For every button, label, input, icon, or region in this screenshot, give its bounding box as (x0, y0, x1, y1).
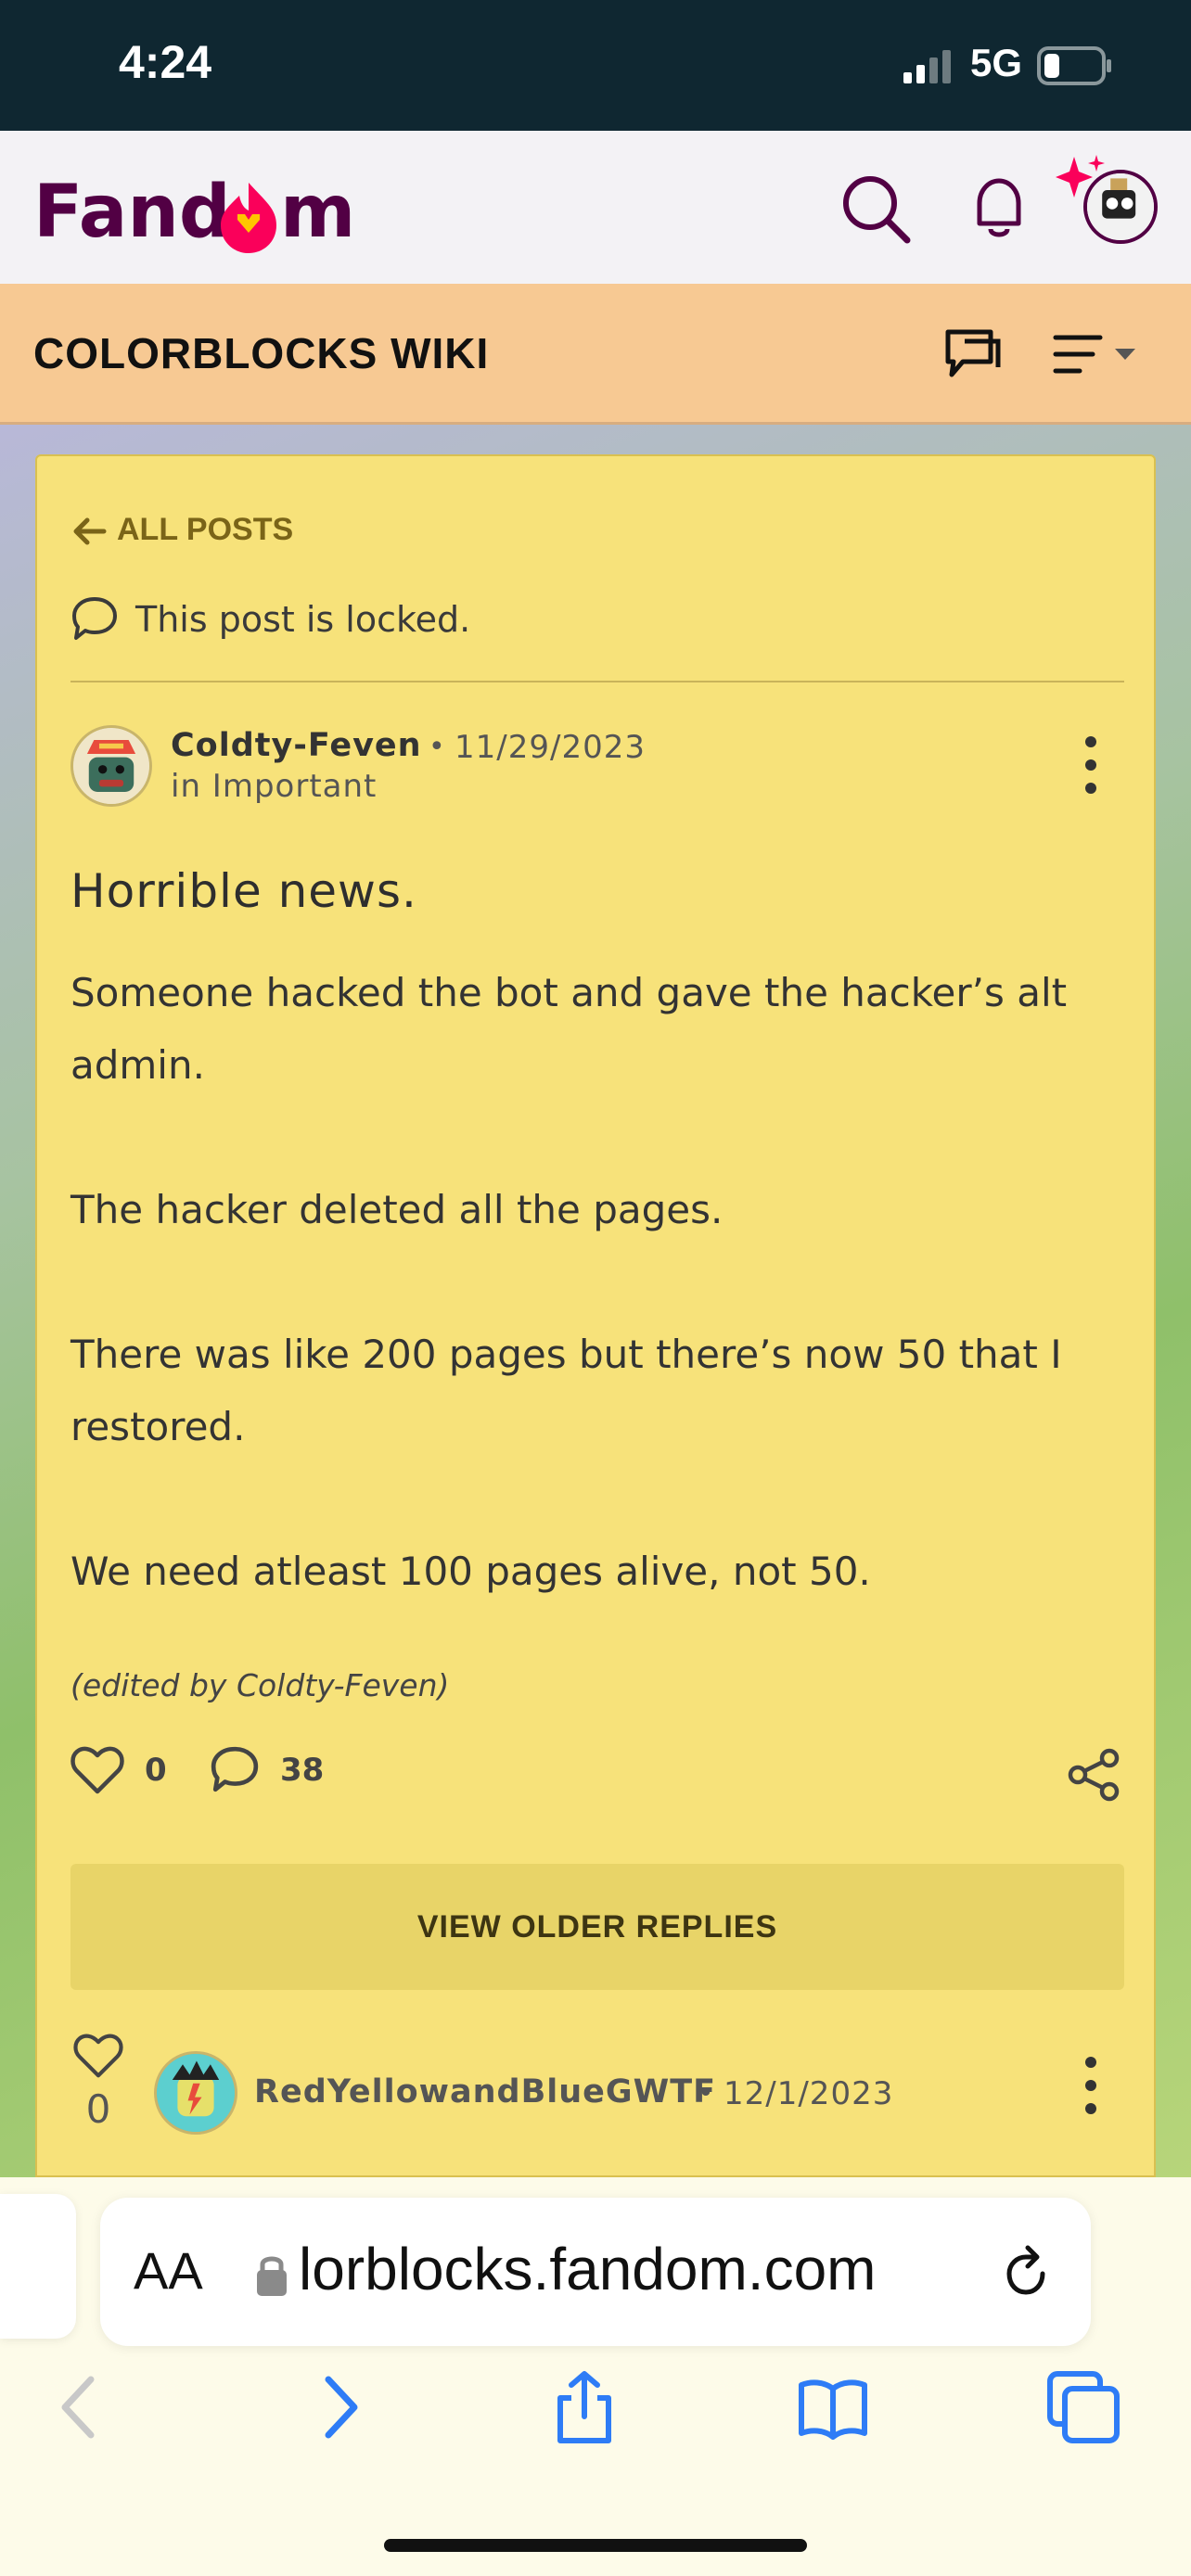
battery-icon (1037, 46, 1111, 85)
reply-like-count: 0 (85, 2086, 111, 2132)
tabs-icon[interactable] (1046, 2370, 1121, 2444)
forward-arrow-icon[interactable] (301, 2370, 375, 2444)
wiki-bar: COLORBLOCKS WIKI (0, 284, 1191, 425)
reply-like-button[interactable]: 0 (70, 2033, 126, 2132)
discussions-icon[interactable] (942, 325, 1004, 386)
search-icon[interactable] (835, 168, 915, 248)
home-indicator (384, 2539, 807, 2552)
reply-author-avatar[interactable] (154, 2051, 237, 2135)
author-avatar[interactable] (70, 725, 152, 807)
signal-icon (903, 50, 951, 83)
lock-icon (257, 2256, 287, 2296)
back-arrow-icon[interactable] (45, 2370, 119, 2444)
status-time: 4:24 (119, 36, 212, 88)
comment-icon (211, 1746, 259, 1792)
all-posts-label: ALL POSTS (117, 512, 294, 547)
fandom-logo[interactable]: Fand m (33, 164, 367, 257)
all-posts-link[interactable]: ALL POSTS (70, 512, 293, 548)
heart-icon (70, 1746, 124, 1794)
user-avatar[interactable] (1083, 170, 1158, 244)
locked-notice: This post is locked. (70, 595, 470, 644)
share-icon[interactable] (1067, 1747, 1122, 1803)
reload-icon[interactable] (996, 2244, 1056, 2303)
arrow-left-icon (73, 517, 107, 545)
menu-icon[interactable] (1052, 332, 1145, 378)
locked-text: This post is locked. (135, 599, 471, 640)
heart-icon (73, 2034, 123, 2078)
reply-more-options-icon[interactable] (1082, 2055, 1100, 2116)
notifications-icon[interactable] (959, 168, 1039, 248)
reader-settings-button[interactable]: AA (134, 2240, 203, 2301)
comment-count: 38 (280, 1752, 325, 1789)
network-label: 5G (970, 41, 1023, 84)
like-count: 0 (145, 1752, 167, 1789)
speech-bubble-icon (72, 597, 117, 640)
post-card: ALL POSTS This post is locked. Coldty-Fe… (35, 454, 1156, 2177)
post-category[interactable]: in Important (171, 768, 377, 805)
post-paragraph: Someone hacked the bot and gave the hack… (70, 970, 1068, 1088)
like-button[interactable]: 0 (70, 1745, 167, 1795)
bookmarks-icon[interactable] (796, 2370, 870, 2444)
status-bar: 4:24 5G (0, 0, 1191, 131)
post-title: Horrible news. (70, 864, 417, 918)
post-paragraph: We need atleast 100 pages alive, not 50. (70, 1549, 871, 1594)
comments-button[interactable]: 38 (210, 1745, 324, 1795)
edited-note: (edited by Coldty-Feven) (70, 1667, 450, 1703)
address-bar[interactable]: AA lorblocks.fandom.com (100, 2198, 1091, 2346)
url-text[interactable]: lorblocks.fandom.com (299, 2235, 876, 2303)
post-paragraph: There was like 200 pages but there’s now… (70, 1332, 1062, 1449)
post-date: 11/29/2023 (455, 729, 646, 766)
svg-text:m: m (280, 171, 355, 254)
fandom-header: Fand m (0, 131, 1191, 284)
post-body: Someone hacked the bot and gave the hack… (70, 957, 1128, 1680)
separator-dot: • (698, 2077, 714, 2110)
wiki-title[interactable]: COLORBLOCKS WIKI (33, 328, 489, 378)
previous-tab-preview[interactable] (0, 2194, 76, 2339)
separator-dot: • (429, 731, 445, 763)
divider (70, 681, 1124, 682)
reply-date: 12/1/2023 (724, 2075, 894, 2112)
view-older-replies-button[interactable]: VIEW OLDER REPLIES (70, 1864, 1124, 1990)
more-options-icon[interactable] (1082, 734, 1100, 796)
share-sheet-icon[interactable] (547, 2370, 621, 2444)
svg-text:Fand: Fand (33, 171, 231, 254)
author-name[interactable]: Coldty-Feven (171, 727, 422, 764)
post-paragraph: The hacker deleted all the pages. (70, 1187, 724, 1232)
reply-author-name[interactable]: RedYellowandBlueGWTF (254, 2073, 716, 2111)
